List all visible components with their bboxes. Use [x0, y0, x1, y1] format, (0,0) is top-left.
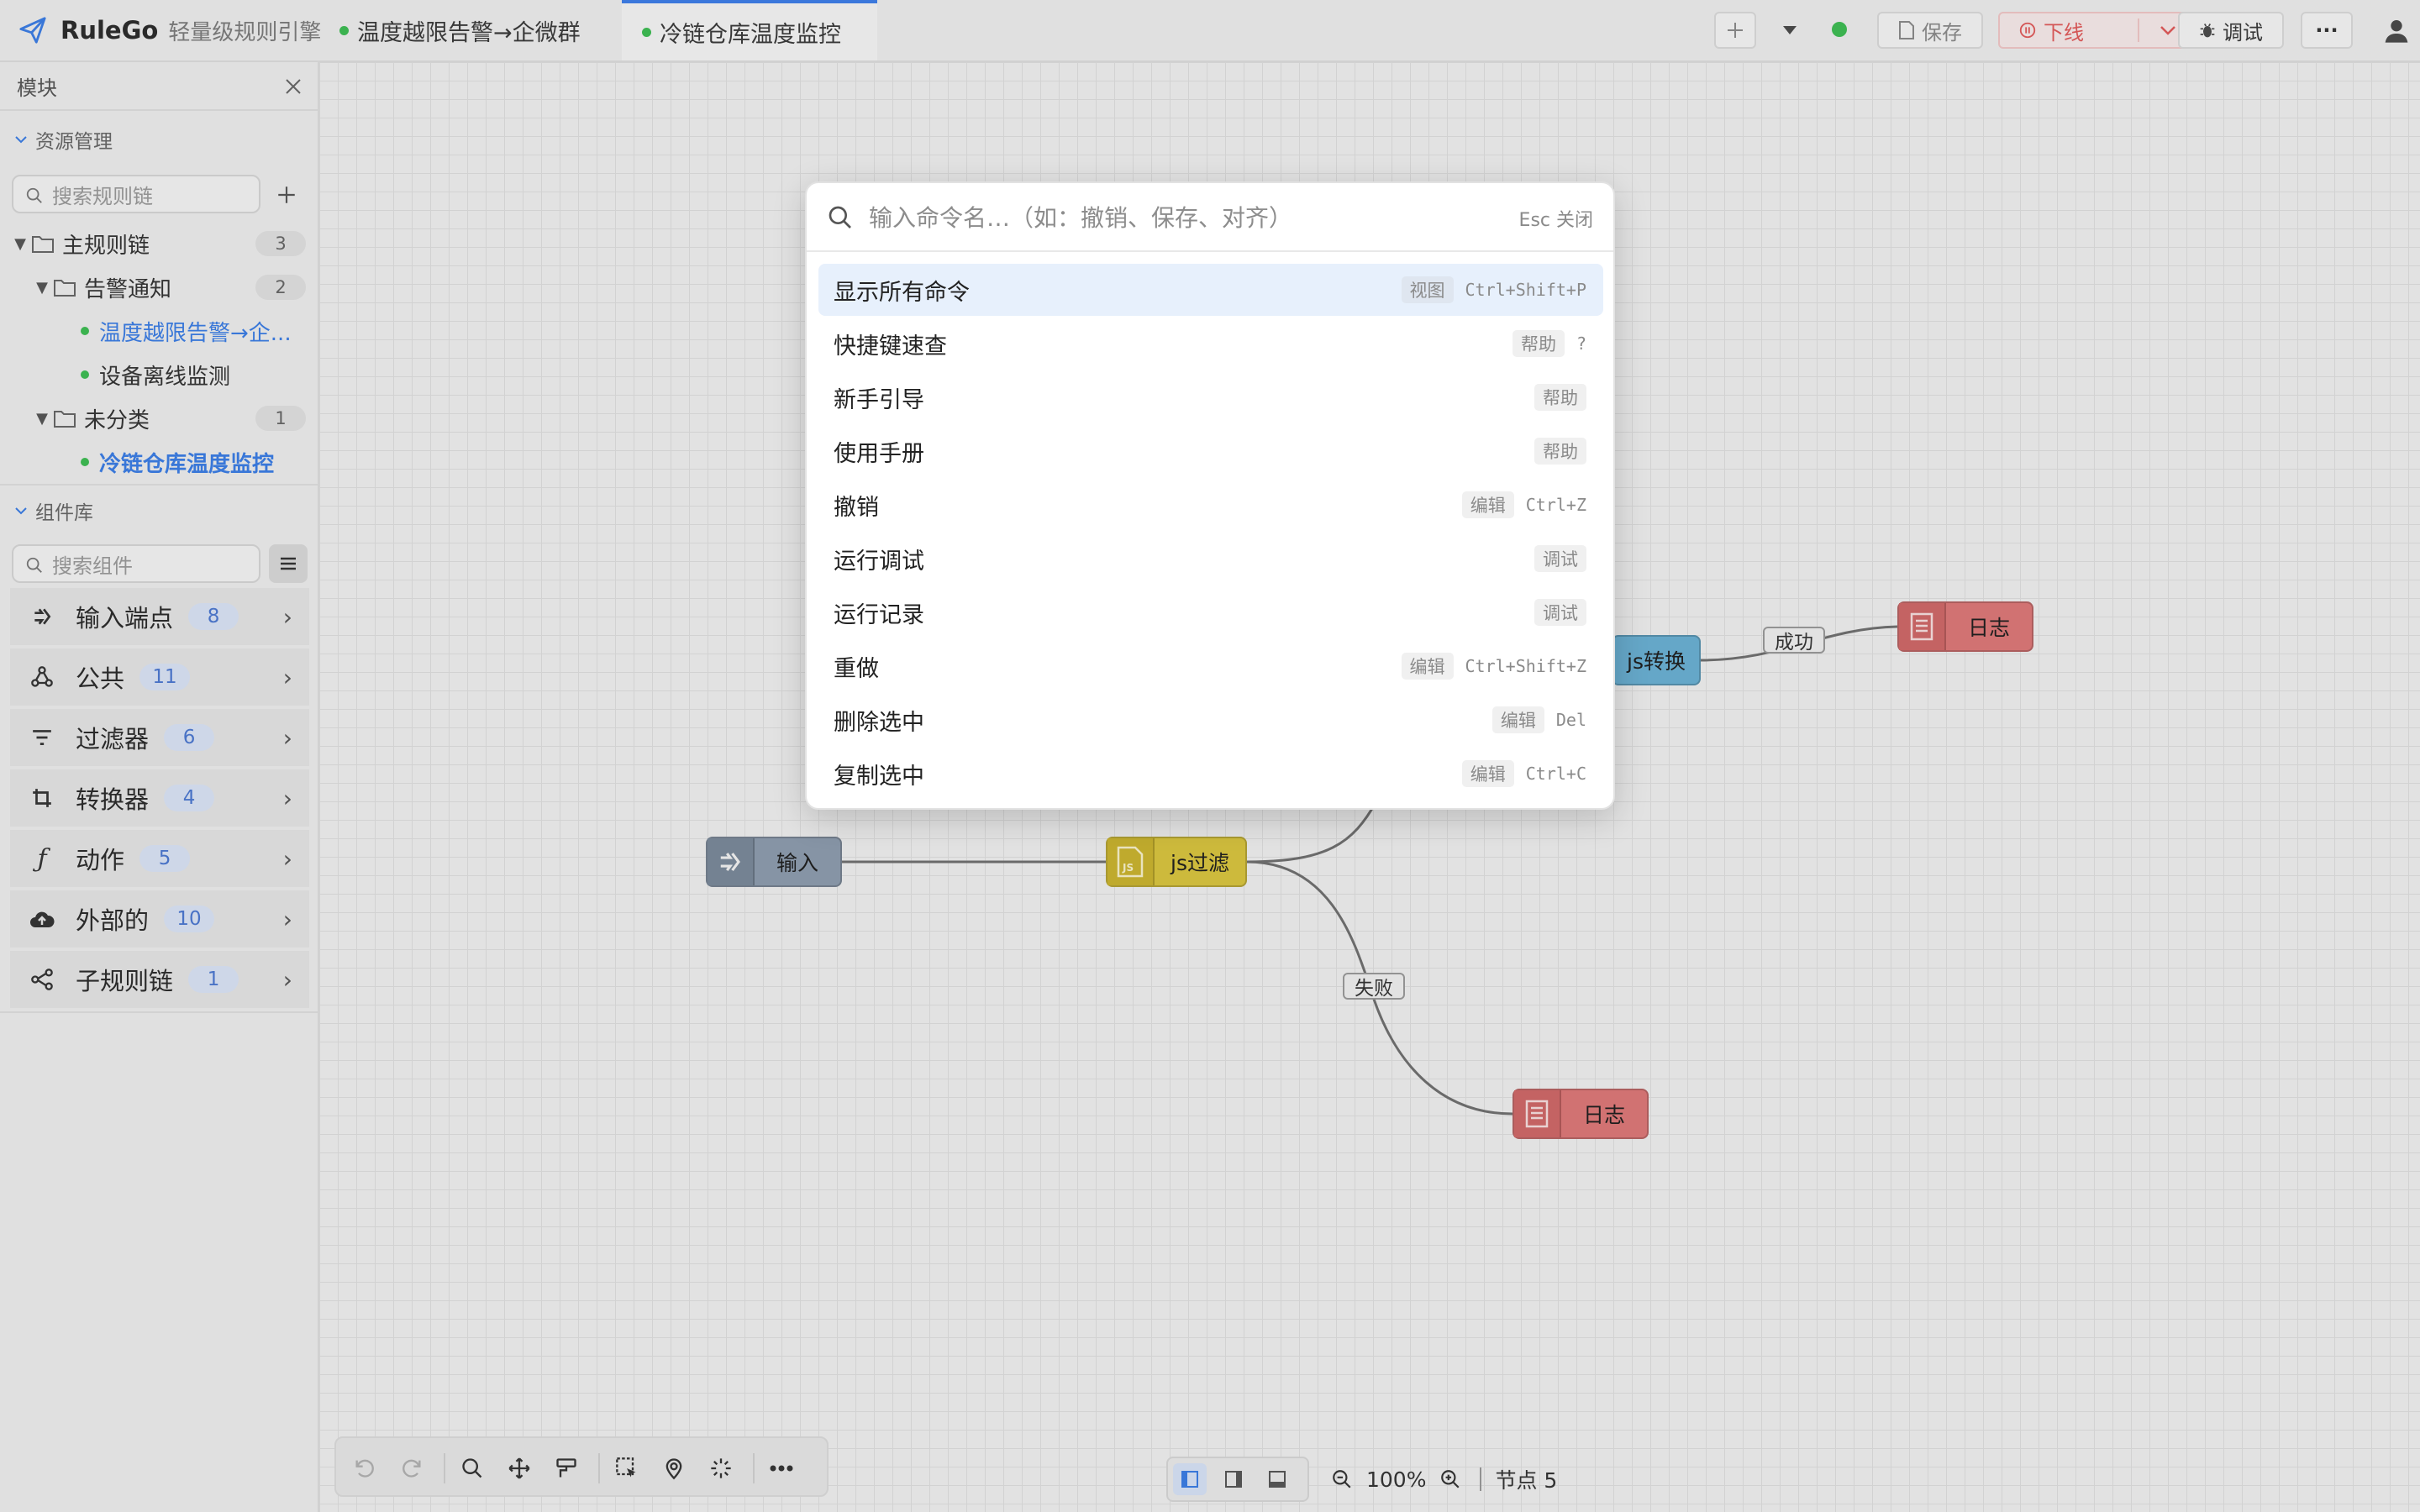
command-category-tag: 调试 — [1534, 599, 1586, 626]
command-shortcut: Ctrl+Z — [1525, 495, 1586, 515]
command-category-tag: 帮助 — [1534, 384, 1586, 411]
command-label: 快捷键速查 — [834, 333, 947, 360]
search-icon — [829, 206, 851, 228]
command-category-tag: 调试 — [1534, 545, 1586, 572]
command-meta: 帮助 — [1534, 384, 1586, 411]
command-label: 运行记录 — [834, 601, 924, 628]
command-item[interactable]: 删除选中 编辑 Del — [818, 694, 1603, 746]
command-meta: 编辑 Ctrl+Z — [1461, 491, 1586, 518]
command-shortcut: Ctrl+Shift+P — [1465, 280, 1587, 300]
command-label: 复制选中 — [834, 763, 924, 790]
command-item[interactable]: 运行调试 调试 — [818, 533, 1603, 585]
command-shortcut: Del — [1555, 710, 1586, 730]
command-label: 显示所有命令 — [834, 279, 970, 306]
command-palette: Esc 关闭 显示所有命令视图Ctrl+Shift+P快捷键速查帮助?新手引导帮… — [805, 181, 1615, 810]
command-search-bar: Esc 关闭 — [807, 183, 1613, 252]
command-item[interactable]: 运行记录 调试 — [818, 586, 1603, 638]
command-category-tag: 编辑 — [1461, 760, 1514, 787]
command-shortcut: Ctrl+C — [1525, 764, 1586, 784]
command-label: 新手引导 — [834, 386, 924, 413]
command-search-input[interactable] — [869, 198, 1457, 237]
command-shortcut: ? — [1576, 333, 1586, 354]
command-item[interactable]: 快捷键速查 帮助? — [818, 318, 1603, 370]
command-category-tag: 编辑 — [1401, 653, 1454, 680]
command-item[interactable]: 撤销 编辑 Ctrl+Z — [818, 479, 1603, 531]
command-category-tag: 编辑 — [1491, 706, 1544, 733]
command-category-tag: 编辑 — [1461, 491, 1514, 518]
command-label: 删除选中 — [834, 709, 924, 736]
command-meta: 帮助? — [1512, 330, 1586, 357]
command-item[interactable]: 使用手册 帮助 — [818, 425, 1603, 477]
command-meta: 视图 Ctrl+Shift+P — [1401, 276, 1587, 303]
command-label: 重做 — [834, 655, 879, 682]
esc-close-hint[interactable]: Esc 关闭 — [1519, 205, 1593, 232]
command-meta: 调试 — [1534, 599, 1586, 626]
command-item[interactable]: 复制选中 编辑 Ctrl+C — [818, 748, 1603, 800]
command-meta: 编辑 Ctrl+C — [1461, 760, 1586, 787]
command-shortcut: Ctrl+Shift+Z — [1465, 656, 1587, 676]
command-category-tag: 视图 — [1401, 276, 1454, 303]
command-item[interactable]: 重做 编辑 Ctrl+Shift+Z — [818, 640, 1603, 692]
command-meta: 调试 — [1534, 545, 1586, 572]
command-label: 运行调试 — [834, 548, 924, 575]
command-meta: 帮助 — [1534, 438, 1586, 465]
command-label: 使用手册 — [834, 440, 924, 467]
command-meta: 编辑 Ctrl+Shift+Z — [1401, 653, 1587, 680]
command-category-tag: 帮助 — [1512, 330, 1565, 357]
command-category-tag: 帮助 — [1534, 438, 1586, 465]
command-meta: 编辑 Del — [1491, 706, 1586, 733]
command-item[interactable]: 新手引导 帮助 — [818, 371, 1603, 423]
command-label: 撤销 — [834, 494, 879, 521]
command-item[interactable]: 显示所有命令 视图 Ctrl+Shift+P — [818, 264, 1603, 316]
